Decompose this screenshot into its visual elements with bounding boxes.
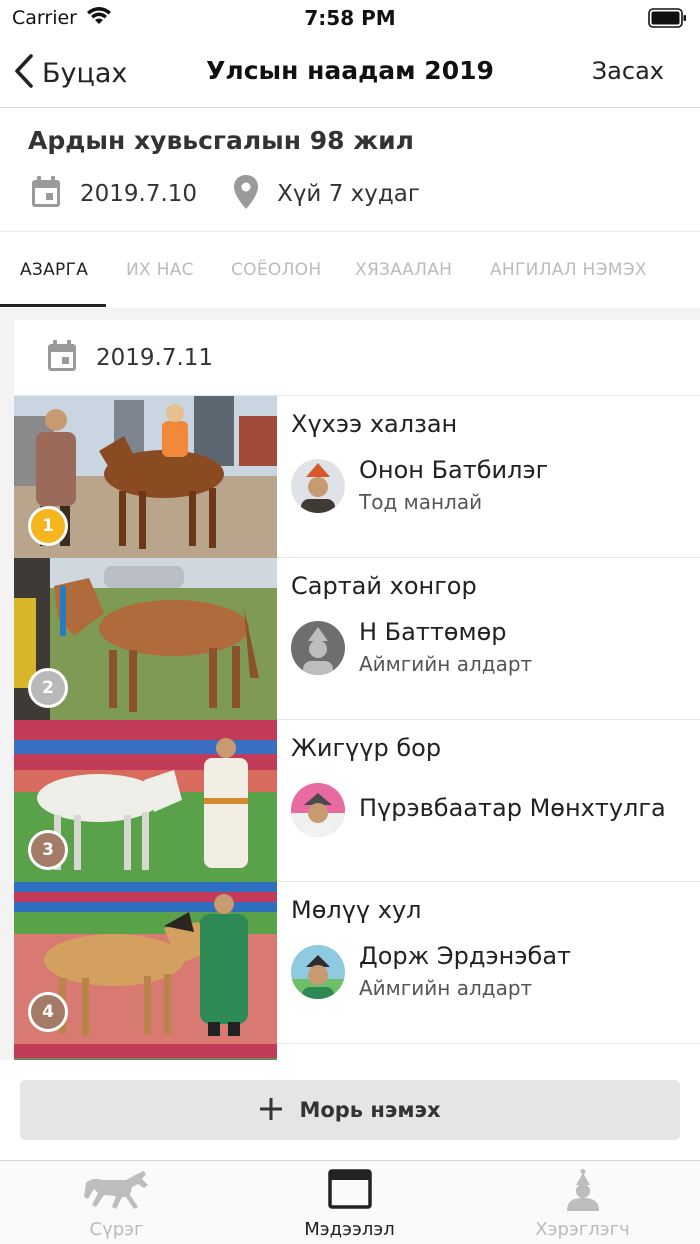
tab-user[interactable]: Хэрэглэгч	[466, 1161, 699, 1244]
calendar-icon	[30, 175, 62, 213]
tab-herd-label: Сүрэг	[89, 1219, 144, 1240]
category-tabs: АЗАРГА ИХ НАС СОЁОЛОН ХЯЗААЛАН АНГИЛАЛ Н…	[0, 232, 700, 308]
race-date-row: 2019.7.11	[14, 320, 700, 396]
horse-name: Жигүүр бор	[291, 734, 442, 762]
place-badge: 1	[28, 506, 68, 546]
back-button[interactable]: Буцах	[14, 53, 127, 93]
chevron-left-icon	[14, 54, 34, 92]
clock: 7:58 PM	[304, 6, 396, 30]
tab-soyolon[interactable]: СОЁОЛОН	[231, 260, 321, 280]
event-location: Хүй 7 худаг	[233, 174, 420, 214]
jockey-name: Пүрэвбаатар Мөнхтулга	[359, 794, 666, 822]
jockey-title: Аймгийн алдарт	[359, 652, 533, 676]
result-row[interactable]: 3 Жигүүр бор Пүрэвбаатар Мөнхтулга	[14, 720, 700, 882]
place-badge: 4	[28, 992, 68, 1032]
event-meta: 2019.7.10 Хүй 7 худаг	[30, 174, 420, 214]
calendar-icon	[46, 339, 78, 377]
location-pin-icon	[233, 174, 259, 214]
avatar	[291, 621, 345, 675]
edit-button[interactable]: Засах	[592, 57, 664, 85]
horse-icon	[0, 1169, 233, 1211]
jockey-title: Тод манлай	[359, 490, 483, 514]
tab-info[interactable]: Мэдээлэл	[233, 1161, 466, 1244]
status-bar: Carrier 7:58 PM	[0, 0, 700, 40]
navigation-bar: Буцах Улсын наадам 2019 Засах	[0, 40, 700, 108]
add-horse-button[interactable]: Морь нэмэх	[20, 1080, 680, 1140]
horse-photo	[14, 1044, 277, 1060]
jockey-title: Аймгийн алдарт	[359, 976, 533, 1000]
battery-icon	[648, 8, 688, 28]
tab-ikh-nas[interactable]: ИХ НАС	[126, 260, 194, 280]
place-badge: 3	[28, 830, 68, 870]
event-header: Ардын хувьсгалын 98 жил 2019.7.10 Хүй 7 …	[0, 108, 700, 232]
event-date: 2019.7.10	[30, 175, 197, 213]
jockey-name: Онон Батбилэг	[359, 456, 549, 484]
browser-window-icon	[233, 1169, 466, 1209]
horse-name: Хүхээ халзан	[291, 410, 458, 438]
back-button-label: Буцах	[42, 57, 128, 89]
add-horse-bar: Морь нэмэх	[0, 1060, 700, 1160]
results-scroll-area[interactable]: 2019.7.11 1 Хүхээ халзан Онон Батбилэг Т…	[0, 308, 700, 1060]
avatar	[291, 459, 345, 513]
race-card: 2019.7.11 1 Хүхээ халзан Онон Батбилэг Т…	[14, 320, 700, 1060]
tab-azarga[interactable]: АЗАРГА	[20, 260, 88, 280]
user-icon	[466, 1169, 699, 1213]
avatar	[291, 783, 345, 837]
tab-add-category[interactable]: АНГИЛАЛ НЭМЭХ	[490, 260, 647, 280]
add-horse-button-label: Морь нэмэх	[299, 1098, 441, 1122]
place-badge: 2	[28, 668, 68, 708]
result-row[interactable]: 1 Хүхээ халзан Онон Батбилэг Тод манлай	[14, 396, 700, 558]
result-row[interactable]: 4 Мөлүү хул Дорж Эрдэнэбат Аймгийн алдар…	[14, 882, 700, 1044]
result-row[interactable]	[14, 1044, 700, 1060]
tab-herd[interactable]: Сүрэг	[0, 1161, 233, 1244]
bottom-tab-bar: Сүрэг Мэдээлэл Хэрэглэгч	[0, 1160, 700, 1244]
tab-info-label: Мэдээлэл	[304, 1219, 395, 1240]
avatar	[291, 945, 345, 999]
horse-name: Мөлүү хул	[291, 896, 422, 924]
jockey-name: Н Баттөмөр	[359, 618, 507, 646]
active-tab-indicator	[0, 304, 106, 307]
tab-khyazaalan[interactable]: ХЯЗААЛАН	[355, 260, 452, 280]
event-location-text: Хүй 7 худаг	[277, 181, 420, 207]
jockey-name: Дорж Эрдэнэбат	[359, 942, 572, 970]
event-title: Ардын хувьсгалын 98 жил	[28, 126, 414, 155]
tab-user-label: Хэрэглэгч	[535, 1219, 630, 1240]
horse-name: Сартай хонгор	[291, 572, 477, 600]
result-row[interactable]: 2 Сартай хонгор Н Баттөмөр Аймгийн алдар…	[14, 558, 700, 720]
race-date-text: 2019.7.11	[96, 344, 214, 371]
event-date-text: 2019.7.10	[80, 181, 198, 207]
plus-icon	[259, 1094, 283, 1126]
